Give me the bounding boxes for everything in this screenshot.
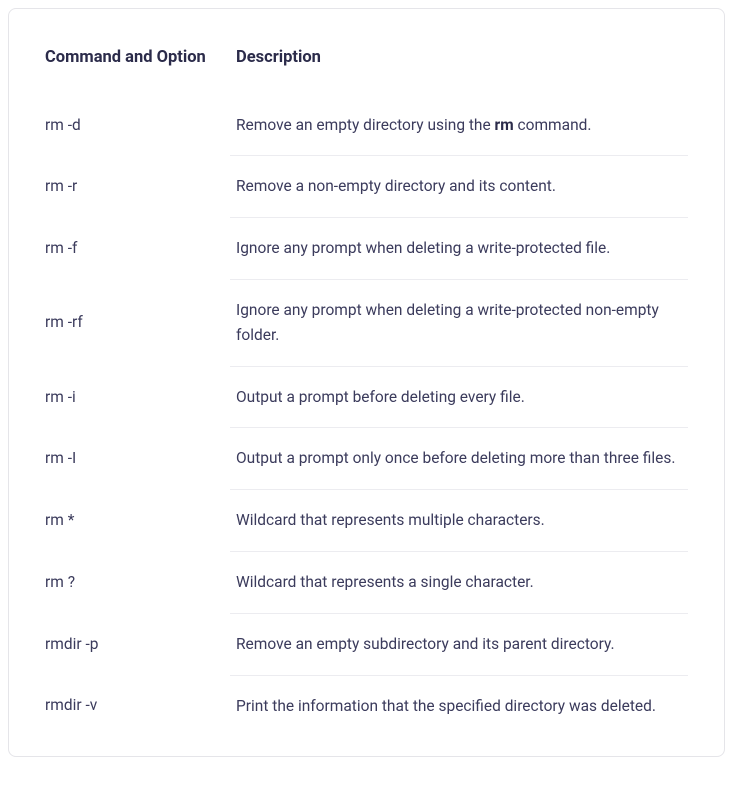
header-description: Description	[230, 45, 688, 95]
description-cell: Remove a non-empty directory and its con…	[230, 156, 688, 218]
command-cell: rm *	[45, 490, 230, 552]
table-row: rm -i Output a prompt before deleting eve…	[45, 366, 688, 428]
description-text: Output a prompt only once before deletin…	[236, 449, 675, 467]
description-text: Wildcard that represents a single charac…	[236, 573, 534, 591]
description-text: Ignore any prompt when deleting a write-…	[236, 239, 610, 257]
description-cell: Remove an empty subdirectory and its par…	[230, 613, 688, 675]
table-row: rm * Wildcard that represents multiple ch…	[45, 490, 688, 552]
description-text: Remove a non-empty directory and its con…	[236, 177, 556, 195]
command-cell: rm -I	[45, 428, 230, 490]
header-command: Command and Option	[45, 45, 230, 95]
table-row: rm -rfIgnore any prompt when deleting a …	[45, 279, 688, 366]
description-text: Output a prompt before deleting every fi…	[236, 388, 525, 406]
description-cell: Wildcard that represents multiple charac…	[230, 490, 688, 552]
description-cell: Output a prompt only once before deletin…	[230, 428, 688, 490]
table-row: rm -I Output a prompt only once before de…	[45, 428, 688, 490]
command-cell: rmdir -p	[45, 613, 230, 675]
description-cell: Wildcard that represents a single charac…	[230, 551, 688, 613]
table-row: rm ? Wildcard that represents a single ch…	[45, 551, 688, 613]
description-text: Remove an empty directory using the	[236, 116, 495, 134]
command-table: Command and Option Description rm -dRemo…	[45, 45, 688, 736]
description-text: Ignore any prompt when deleting a write-…	[236, 301, 659, 344]
description-text: Print the information that the specified…	[236, 697, 656, 715]
description-cell: Remove an empty directory using the rm c…	[230, 95, 688, 156]
description-cell: Print the information that the specified…	[230, 675, 688, 736]
table-header-row: Command and Option Description	[45, 45, 688, 95]
description-text: Remove an empty subdirectory and its par…	[236, 635, 615, 653]
description-text: Wildcard that represents multiple charac…	[236, 511, 545, 529]
command-table-card: Command and Option Description rm -dRemo…	[8, 8, 725, 757]
description-cell: Output a prompt before deleting every fi…	[230, 366, 688, 428]
command-cell: rm -i	[45, 366, 230, 428]
description-cell: Ignore any prompt when deleting a write-…	[230, 279, 688, 366]
table-row: rm -f Ignore any prompt when deleting a w…	[45, 218, 688, 280]
description-bold: rm	[495, 116, 514, 134]
command-cell: rm -d	[45, 95, 230, 156]
table-row: rmdir -v Print the information that the s…	[45, 675, 688, 736]
command-cell: rm -rf	[45, 279, 230, 366]
command-cell: rmdir -v	[45, 675, 230, 736]
command-cell: rm -f	[45, 218, 230, 280]
description-text-post: command.	[514, 116, 592, 134]
table-row: rm -dRemove an empty directory using the…	[45, 95, 688, 156]
command-cell: rm -r	[45, 156, 230, 218]
command-cell: rm ?	[45, 551, 230, 613]
table-row: rmdir -p Remove an empty subdirectory and…	[45, 613, 688, 675]
table-row: rm -r Remove a non-empty directory and it…	[45, 156, 688, 218]
description-cell: Ignore any prompt when deleting a write-…	[230, 218, 688, 280]
